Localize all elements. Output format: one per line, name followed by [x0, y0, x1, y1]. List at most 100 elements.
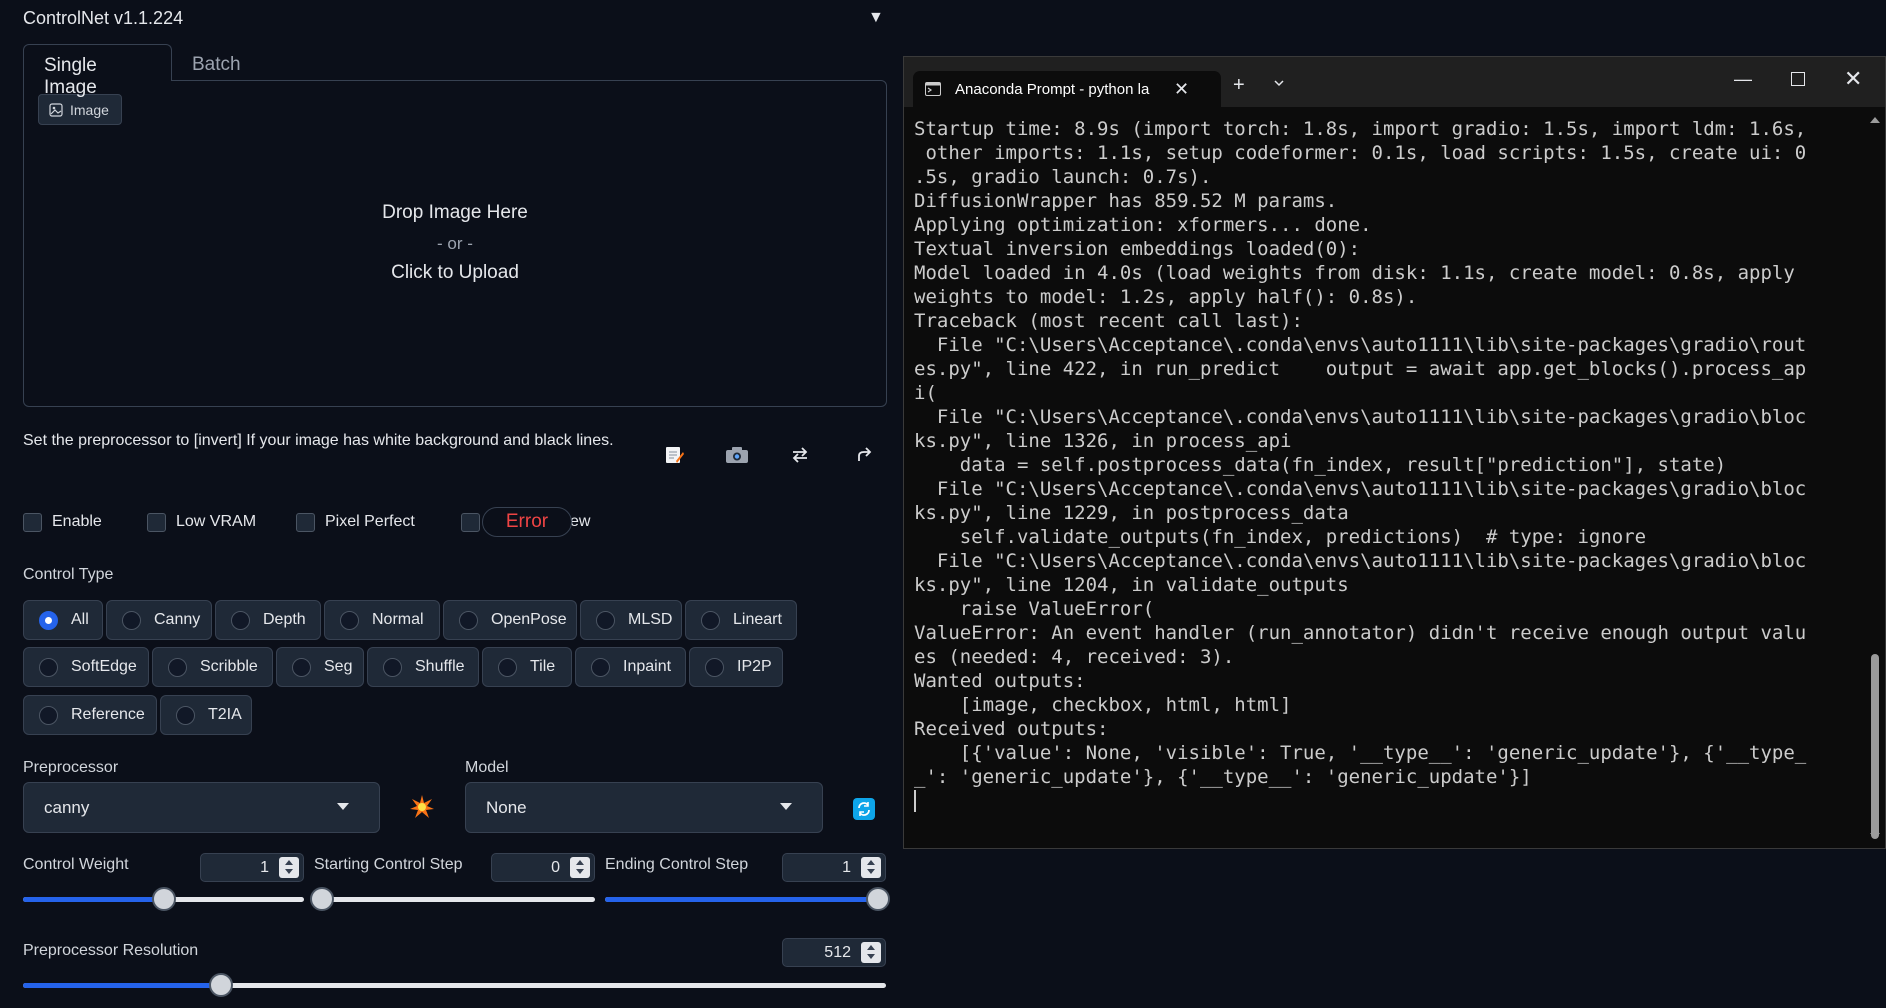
- control-type-mlsd[interactable]: MLSD: [580, 600, 682, 640]
- starting-step-input[interactable]: 0: [491, 853, 595, 882]
- radio-label: Canny: [154, 611, 201, 628]
- model-dropdown[interactable]: None: [465, 782, 823, 833]
- slider-thumb[interactable]: [310, 887, 334, 911]
- slider-thumb[interactable]: [152, 887, 176, 911]
- control-type-t2ia[interactable]: T2IA: [160, 695, 252, 735]
- control-type-normal[interactable]: Normal: [324, 600, 440, 640]
- tab-single-image[interactable]: Single Image: [23, 44, 172, 98]
- close-window-icon[interactable]: ✕: [1844, 66, 1862, 92]
- radio-label: OpenPose: [491, 611, 567, 628]
- click-to-upload-text[interactable]: Click to Upload: [23, 262, 887, 284]
- starting-step-label: Starting Control Step: [314, 856, 463, 873]
- radio[interactable]: [168, 657, 187, 677]
- ending-step-value: 1: [842, 858, 851, 876]
- scroll-up-icon[interactable]: [1870, 117, 1880, 123]
- slider-fill: [605, 897, 886, 902]
- radio[interactable]: [591, 657, 610, 677]
- terminal-window[interactable]: Anaconda Prompt - python la ✕ + — ✕ Star…: [903, 56, 1886, 849]
- radio[interactable]: [122, 610, 141, 630]
- radio[interactable]: [340, 610, 359, 630]
- chevron-down-icon: [780, 803, 792, 810]
- radio[interactable]: [39, 657, 58, 677]
- starting-step-slider[interactable]: [310, 887, 595, 911]
- scrollbar-thumb[interactable]: [1871, 654, 1879, 839]
- control-type-inpaint[interactable]: Inpaint: [575, 647, 686, 687]
- ending-step-input[interactable]: 1: [782, 853, 886, 882]
- preprocessor-resolution-slider[interactable]: [23, 973, 886, 997]
- control-weight-slider[interactable]: [23, 887, 304, 911]
- radio-label: Shuffle: [415, 658, 465, 675]
- terminal-tab-title: Anaconda Prompt - python la: [955, 80, 1150, 98]
- scroll-down-icon[interactable]: [1870, 833, 1880, 839]
- preprocessor-resolution-label: Preprocessor Resolution: [23, 942, 199, 959]
- radio[interactable]: [231, 610, 250, 630]
- radio[interactable]: [596, 610, 615, 630]
- radio-label: All: [71, 611, 89, 628]
- control-type-depth[interactable]: Depth: [215, 600, 321, 640]
- low-vram-checkbox[interactable]: Low VRAM: [147, 510, 256, 534]
- tab-batch[interactable]: Batch: [172, 44, 262, 81]
- control-type-reference[interactable]: Reference: [23, 695, 157, 735]
- control-type-openpose[interactable]: OpenPose: [443, 600, 577, 640]
- preprocessor-value: canny: [44, 797, 90, 817]
- control-type-lineart[interactable]: Lineart: [685, 600, 797, 640]
- control-type-softedge[interactable]: SoftEdge: [23, 647, 149, 687]
- checkbox-box[interactable]: [147, 512, 166, 532]
- run-preprocessor-icon[interactable]: [409, 794, 435, 820]
- control-type-all[interactable]: All: [23, 600, 103, 640]
- checkbox-box[interactable]: [23, 512, 42, 532]
- image-label: Image: [70, 101, 109, 118]
- checkbox-box[interactable]: [461, 512, 480, 532]
- control-type-label: Control Type: [23, 566, 114, 583]
- minimize-icon[interactable]: —: [1734, 69, 1752, 90]
- radio[interactable]: [39, 705, 58, 725]
- control-type-tile[interactable]: Tile: [482, 647, 572, 687]
- radio[interactable]: [292, 657, 311, 677]
- maximize-icon[interactable]: [1791, 72, 1805, 86]
- stepper-icon[interactable]: [279, 857, 299, 878]
- radio[interactable]: [459, 610, 478, 630]
- control-type-seg[interactable]: Seg: [276, 647, 364, 687]
- radio[interactable]: [498, 657, 517, 677]
- radio-label: Reference: [71, 706, 145, 723]
- drop-image-text: Drop Image Here: [382, 202, 528, 223]
- pixel-perfect-checkbox[interactable]: Pixel Perfect: [296, 510, 415, 534]
- preprocessor-dropdown[interactable]: canny: [23, 782, 380, 833]
- stepper-icon[interactable]: [570, 857, 590, 878]
- slider-thumb[interactable]: [866, 887, 890, 911]
- edit-icon[interactable]: [661, 442, 687, 468]
- preprocessor-label: Preprocessor: [23, 759, 119, 776]
- radio[interactable]: [701, 610, 720, 630]
- stepper-icon[interactable]: [861, 942, 881, 963]
- control-type-shuffle[interactable]: Shuffle: [367, 647, 479, 687]
- control-weight-input[interactable]: 1: [200, 853, 304, 882]
- stepper-icon[interactable]: [861, 857, 881, 878]
- radio-selected[interactable]: [39, 610, 58, 630]
- terminal-tab[interactable]: Anaconda Prompt - python la ✕: [913, 71, 1221, 107]
- control-type-ip2p[interactable]: IP2P: [689, 647, 783, 687]
- checkbox-label: Low VRAM: [176, 513, 257, 530]
- controlnet-title: ControlNet v1.1.224: [23, 8, 184, 28]
- slider-thumb[interactable]: [209, 973, 233, 997]
- radio-label: T2IA: [208, 706, 242, 723]
- radio-label: Tile: [530, 658, 556, 675]
- collapse-triangle-icon[interactable]: ▼: [868, 9, 884, 27]
- camera-icon[interactable]: [724, 442, 750, 468]
- chevron-down-icon[interactable]: [1273, 77, 1285, 89]
- enable-checkbox[interactable]: Enable: [23, 510, 102, 534]
- control-type-canny[interactable]: Canny: [106, 600, 212, 640]
- terminal-icon: [925, 82, 941, 96]
- radio-label: Depth: [263, 611, 306, 628]
- preprocessor-resolution-input[interactable]: 512: [782, 938, 886, 967]
- radio[interactable]: [383, 657, 402, 677]
- radio[interactable]: [705, 657, 724, 677]
- control-type-scribble[interactable]: Scribble: [152, 647, 273, 687]
- close-tab-icon[interactable]: ✕: [1174, 79, 1189, 100]
- refresh-models-icon[interactable]: [853, 798, 875, 820]
- swap-icon[interactable]: [787, 442, 813, 468]
- radio[interactable]: [176, 705, 195, 725]
- ending-step-slider[interactable]: [605, 887, 890, 911]
- send-icon[interactable]: [851, 442, 877, 468]
- new-tab-icon[interactable]: +: [1233, 74, 1245, 97]
- checkbox-box[interactable]: [296, 512, 315, 532]
